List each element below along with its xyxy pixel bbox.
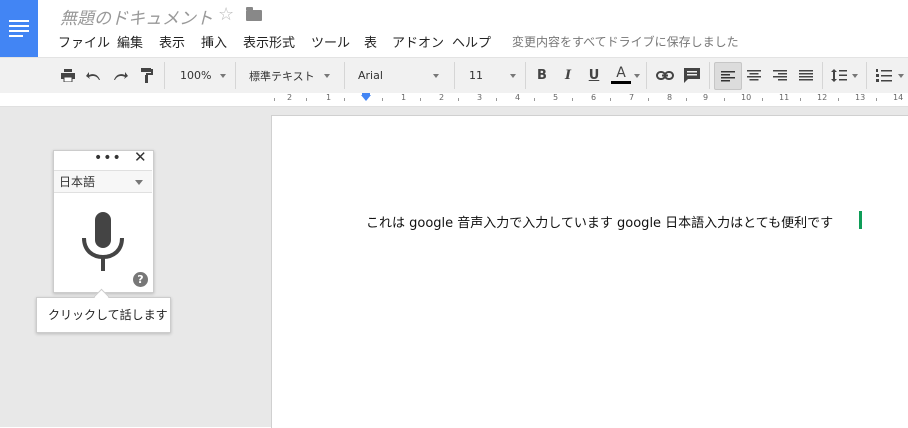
menu-insert[interactable]: 挿入 [201,32,227,51]
language-value: 日本語 [59,175,96,189]
document-page[interactable] [271,115,908,428]
line-spacing-icon[interactable] [829,58,849,93]
text-color-button[interactable]: A [609,58,633,93]
text-cursor [859,211,862,229]
menu-table[interactable]: 表 [364,32,377,51]
ruler-label: 5 [553,93,559,102]
ruler-label: 8 [667,93,673,102]
close-icon[interactable]: ✕ [134,148,147,166]
font-value: Arial [358,69,383,82]
docs-home-icon[interactable] [0,0,38,57]
menu-help[interactable]: ヘルプ [452,32,491,51]
ruler-label: 3 [477,93,483,102]
document-body-text[interactable]: これは google 音声入力で入力しています google 日本語入力はとても… [366,212,833,231]
ruler-label: 1 [401,93,407,102]
menu-file[interactable]: ファイル [58,32,110,51]
redo-icon[interactable] [110,58,130,93]
ruler-label: 11 [779,93,790,102]
ruler-label: 13 [855,93,866,102]
align-left-button[interactable] [714,62,742,90]
text-color-label: A [616,64,626,81]
tooltip-text: クリックして話します [48,308,168,322]
help-icon[interactable]: ? [133,272,148,287]
ruler-label: 6 [591,93,597,102]
toolbar: 100% 標準テキスト Arial 11 B I U A [0,57,908,94]
menu-view[interactable]: 表示 [159,32,185,51]
link-icon[interactable] [655,58,675,93]
star-icon[interactable]: ☆ [218,4,234,25]
ruler-label: 2 [287,93,293,102]
menu-edit[interactable]: 編集 [117,32,143,51]
chevron-down-icon [135,180,143,185]
italic-button[interactable]: I [559,58,577,93]
ruler-label: 10 [741,93,752,102]
style-value: 標準テキスト [249,69,315,83]
ruler-label: 1 [326,93,332,102]
underline-button[interactable]: U [585,58,603,93]
document-title[interactable]: 無題のドキュメント [60,4,213,29]
font-select[interactable]: Arial [358,58,443,93]
paint-format-icon[interactable] [137,58,157,93]
menu-addons[interactable]: アドオン [392,32,444,51]
align-center-button[interactable] [743,58,765,93]
more-icon[interactable]: ••• [94,150,122,166]
align-justify-button[interactable] [795,58,817,93]
save-status: 変更内容をすべてドライブに保存しました [512,35,739,49]
ruler-label: 2 [439,93,445,102]
numbered-list-icon[interactable] [873,58,895,93]
comment-icon[interactable] [682,58,702,93]
text-color-swatch [611,80,631,84]
menu-tools[interactable]: ツール [311,32,350,51]
ruler-label: 9 [703,93,709,102]
font-size-value: 11 [469,69,483,82]
bold-button[interactable]: B [533,58,551,93]
font-size-select[interactable]: 11 [469,58,514,93]
folder-icon[interactable] [246,7,262,21]
ruler-label: 7 [629,93,635,102]
undo-icon[interactable] [84,58,104,93]
style-select[interactable]: 標準テキスト [249,58,334,93]
print-icon[interactable] [58,58,78,93]
ruler-label: 4 [515,93,521,102]
ruler-label: 12 [817,93,828,102]
menu-format[interactable]: 表示形式 [243,32,295,51]
ruler-label: 14 [893,93,904,102]
align-right-button[interactable] [769,58,791,93]
left-indent-handle[interactable] [361,95,371,101]
zoom-value: 100% [180,69,212,82]
